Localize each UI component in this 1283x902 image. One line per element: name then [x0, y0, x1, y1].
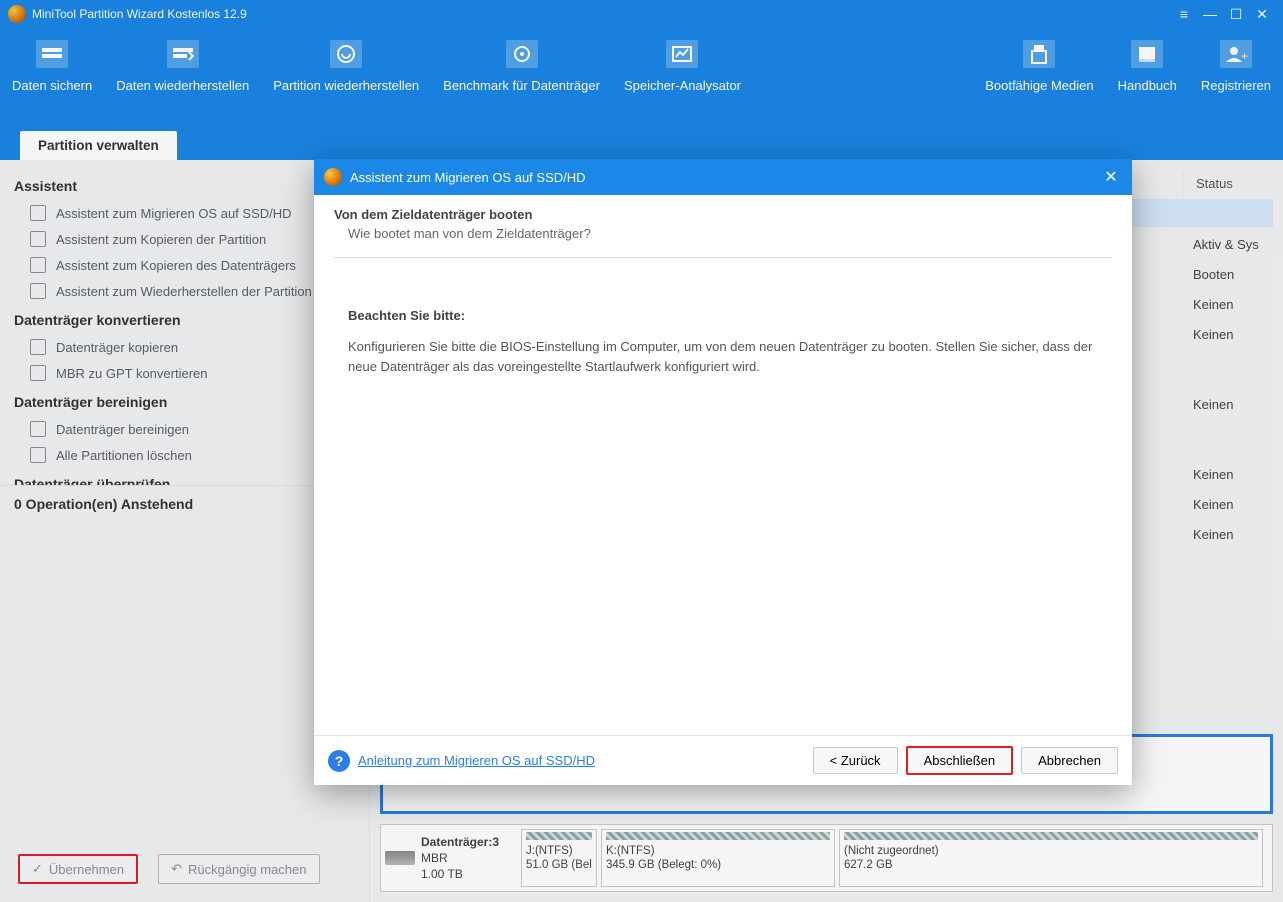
migrate-wizard-modal: Assistent zum Migrieren OS auf SSD/HD ✕ … [314, 159, 1132, 785]
divider [334, 257, 1112, 258]
help-link[interactable]: Anleitung zum Migrieren OS auf SSD/HD [358, 753, 595, 768]
modal-titlebar: Assistent zum Migrieren OS auf SSD/HD ✕ [314, 159, 1132, 195]
cancel-button[interactable]: Abbrechen [1021, 747, 1118, 774]
modal-heading: Von dem Zieldatenträger booten [334, 207, 1112, 222]
modal-footer: ? Anleitung zum Migrieren OS auf SSD/HD … [314, 735, 1132, 785]
back-button[interactable]: < Zurück [813, 747, 898, 774]
modal-close-icon[interactable]: ✕ [1100, 167, 1122, 187]
modal-body: Von dem Zieldatenträger booten Wie boote… [314, 195, 1132, 735]
modal-note-title: Beachten Sie bitte: [348, 308, 1112, 323]
modal-title: Assistent zum Migrieren OS auf SSD/HD [350, 170, 586, 185]
modal-app-icon [324, 168, 342, 186]
finish-button[interactable]: Abschließen [906, 746, 1014, 775]
modal-subheading: Wie bootet man von dem Zieldatenträger? [334, 226, 1112, 241]
modal-note-body: Konfigurieren Sie bitte die BIOS-Einstel… [334, 337, 1112, 376]
help-icon[interactable]: ? [328, 750, 350, 772]
